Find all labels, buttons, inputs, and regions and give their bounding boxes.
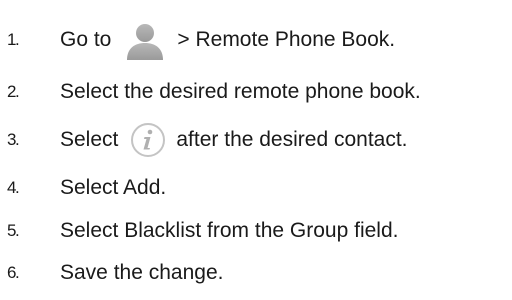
step-number: 5. xyxy=(7,221,20,240)
step-3: 3. Select after the desired contact. xyxy=(0,120,512,160)
step-text: Save the change. xyxy=(60,261,224,284)
info-icon xyxy=(130,122,166,158)
step-text: Select Add. xyxy=(60,176,167,199)
step-text: Select Blacklist from the Group field. xyxy=(60,219,399,242)
step-2: 2. Select the desired remote phone book. xyxy=(0,72,512,112)
step-text: Go to > Remote Phone Book. xyxy=(60,20,395,60)
step-6: 6. Save the change. xyxy=(0,253,512,293)
step-number: 1. xyxy=(7,30,20,49)
step-1: 1. Go to > Remote Phone Book. xyxy=(0,20,512,60)
step-text: Select the desired remote phone book. xyxy=(60,80,421,103)
contacts-person-icon xyxy=(121,20,169,60)
step-number: 6. xyxy=(7,263,20,282)
step-text-before: Select xyxy=(60,128,119,151)
step-number: 3. xyxy=(7,130,20,149)
step-4: 4. Select Add. xyxy=(0,168,512,208)
instruction-steps: 1. Go to > Remote Phone Book. 2. Select … xyxy=(0,0,512,300)
step-number: 4. xyxy=(7,178,20,197)
step-5: 5. Select Blacklist from the Group field… xyxy=(0,211,512,251)
step-text-after: after the desired contact. xyxy=(176,128,408,151)
step-text-after: > Remote Phone Book. xyxy=(177,28,396,51)
step-text: Select after the desired contact. xyxy=(60,122,408,158)
step-number: 2. xyxy=(7,82,20,101)
step-text-before: Go to xyxy=(60,28,112,51)
